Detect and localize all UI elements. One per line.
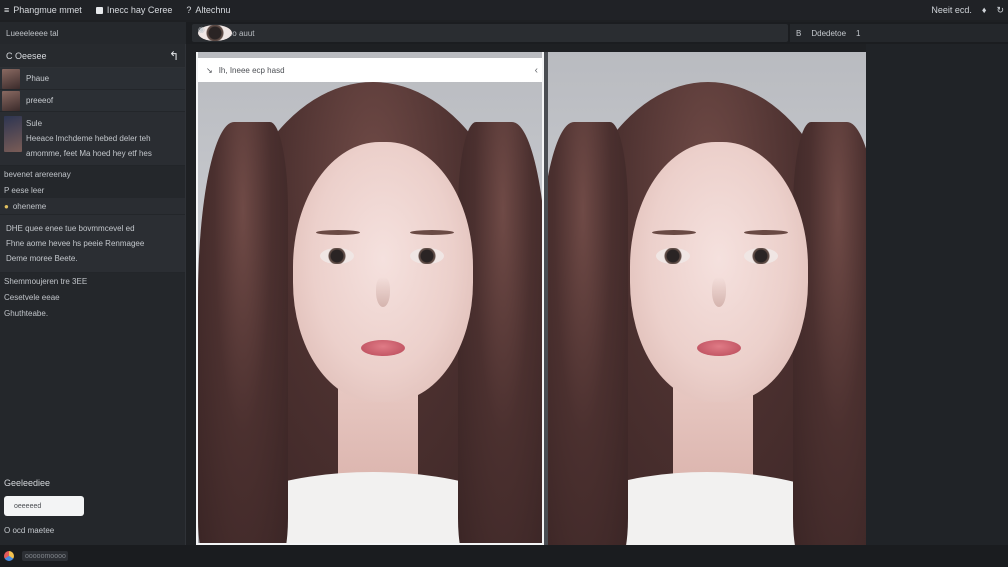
refresh-icon[interactable]: ↻: [996, 5, 1004, 16]
portrait-right[interactable]: [548, 52, 866, 545]
sidebar-header: C Oeesee ↰: [0, 44, 185, 68]
app-icon: ≡: [4, 5, 10, 15]
menubar-right: Neeit ecd. ♦ ↻: [931, 5, 1004, 16]
right-panel-tab[interactable]: B Ddedetoe 1: [790, 24, 1008, 42]
thumbnail-image: [4, 116, 22, 152]
thumbnail-image: [2, 90, 20, 111]
right-panel-count: 1: [856, 28, 861, 38]
bookmark-icon: B: [796, 28, 802, 38]
menu-item-2[interactable]: ? Altechnu: [186, 5, 230, 15]
menubar-right-label[interactable]: Neeit ecd.: [931, 5, 972, 15]
expand-icon[interactable]: ↘: [206, 66, 213, 75]
compare-dialog: ↘ Ih, Ineee ecp hasd ‹: [198, 58, 542, 82]
thumbnail-image: [2, 68, 20, 89]
document-icon: [95, 6, 103, 14]
menubar: ≡ Phangmue mmet Inecc hay Ceree ? Altech…: [0, 0, 1008, 20]
dialog-title: Ih, Ineee ecp hasd: [218, 65, 285, 75]
statusbar: ooooomoooo: [0, 545, 1008, 567]
sidebar-action-button[interactable]: oeeeeed: [4, 496, 84, 516]
app-logo-icon: [4, 551, 14, 561]
menu-item-1[interactable]: Inecc hay Ceree: [95, 5, 172, 15]
sidebar-footer[interactable]: O ocd maetee: [0, 526, 186, 535]
sidebar-item-1[interactable]: Phaue: [0, 68, 185, 90]
toolbar-left: Lueeeleeee tal: [0, 22, 186, 44]
status-pill[interactable]: ooooomoooo: [22, 551, 68, 561]
sidebar-item-label: preeeof: [26, 96, 54, 105]
bell-icon[interactable]: ♦: [982, 5, 987, 15]
pin-icon: ?: [186, 5, 192, 15]
bullet-icon: ●: [4, 201, 9, 211]
right-panel-label: Ddedetoe: [811, 28, 847, 38]
toolbar-left-title: Lueeeleeee tal: [6, 28, 59, 38]
sidebar-item-label: Phaue: [26, 74, 50, 83]
address-bar[interactable]: ⊙ Coeeeo auut ◉: [192, 24, 788, 42]
eye-icon[interactable]: ◉: [198, 25, 232, 41]
app-label: Phangmue mmet: [13, 5, 82, 15]
sidebar-description: DHE quee enee tue bovmmcevel ed Fhne aom…: [0, 214, 185, 273]
sidebar-bottom: Geeleediee oeeeeed O ocd maetee: [0, 474, 186, 535]
back-arrow-icon[interactable]: ↰: [169, 49, 179, 63]
sidebar: C Oeesee ↰ Phaue preeeof Sule Heeace lmc…: [0, 44, 186, 545]
chevron-left-icon[interactable]: ‹: [535, 65, 538, 76]
sidebar-bottom-label: Geeleediee: [4, 478, 51, 488]
sidebar-text-block: Sule Heeace lmchdeme hebed deler teh amo…: [0, 112, 185, 166]
app-menu[interactable]: ≡ Phangmue mmet: [4, 5, 82, 15]
sidebar-section-title[interactable]: ● oheneme: [0, 198, 185, 214]
toolbar: Lueeeleeee tal ⊙ Coeeeo auut ◉ B Ddedeto…: [0, 22, 1008, 44]
sidebar-title: C Oeesee: [6, 50, 47, 61]
portrait-left[interactable]: ↘ Ih, Ineee ecp hasd ‹: [196, 52, 544, 545]
image-canvas[interactable]: ↘ Ih, Ineee ecp hasd ‹: [196, 52, 866, 545]
sidebar-item-2[interactable]: preeeof: [0, 90, 185, 112]
right-panel: [866, 44, 1008, 545]
